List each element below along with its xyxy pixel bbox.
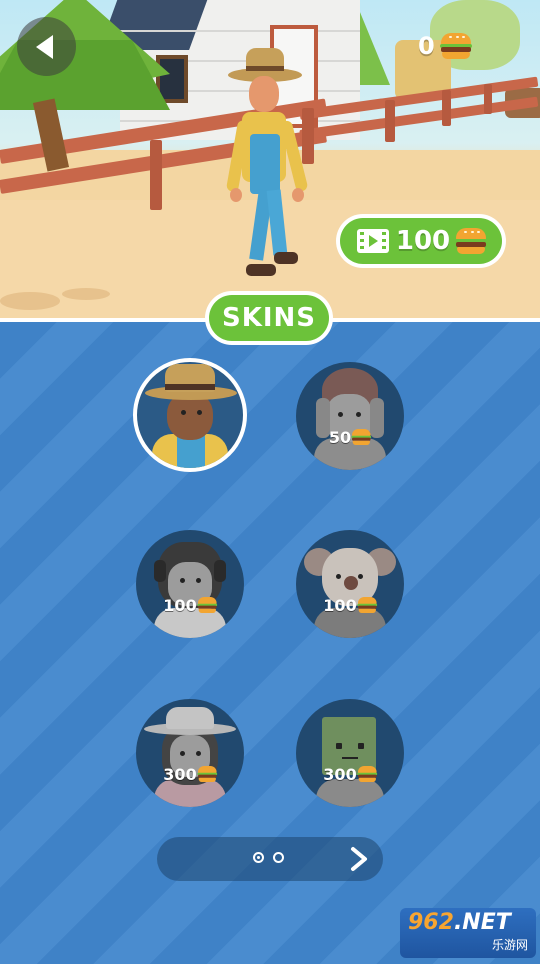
burger-icon [197,765,217,783]
burger-icon [197,596,217,614]
farmer-character [225,42,318,292]
skin-hat-woman[interactable]: 300 [136,699,244,807]
video-film-icon [356,229,389,253]
burger-icon [357,765,377,783]
skin-price: 50 [328,427,352,447]
burger-icon [439,33,472,59]
skin-price: 300 [163,764,197,784]
koala-nose [344,576,358,590]
skin-price: 100 [163,595,197,615]
back-arrow-icon [35,34,53,59]
burger-icon [357,596,377,614]
skin-headphones-girl[interactable]: 100 [136,530,244,638]
skins-pager [157,837,383,881]
fence-post [150,140,162,210]
page-dot-1[interactable] [253,852,264,863]
video-reward-amount: 100 [395,226,451,256]
page-dot-2[interactable] [273,852,284,863]
next-page-chevron-icon[interactable] [343,843,375,875]
skins-title-badge: SKINS [205,291,333,345]
skin-hooded[interactable]: 50 [296,362,404,470]
skin-cube-head[interactable]: 300 [296,699,404,807]
burger-icon [351,428,372,446]
burger-icon [455,228,488,254]
skin-koala[interactable]: 100 [296,530,404,638]
back-button[interactable] [17,17,76,76]
headphones [154,560,166,582]
skin-farmer[interactable] [133,358,247,472]
site-watermark-logo: 962.NET 乐游网 [400,908,536,958]
skin-price: 300 [323,764,357,784]
coin-count: 0 [418,32,435,60]
coin-counter: 0 [418,30,472,62]
watch-video-reward-button[interactable]: 100 [336,214,506,268]
skin-price: 100 [323,595,357,615]
skins-title: SKINS [209,295,329,341]
